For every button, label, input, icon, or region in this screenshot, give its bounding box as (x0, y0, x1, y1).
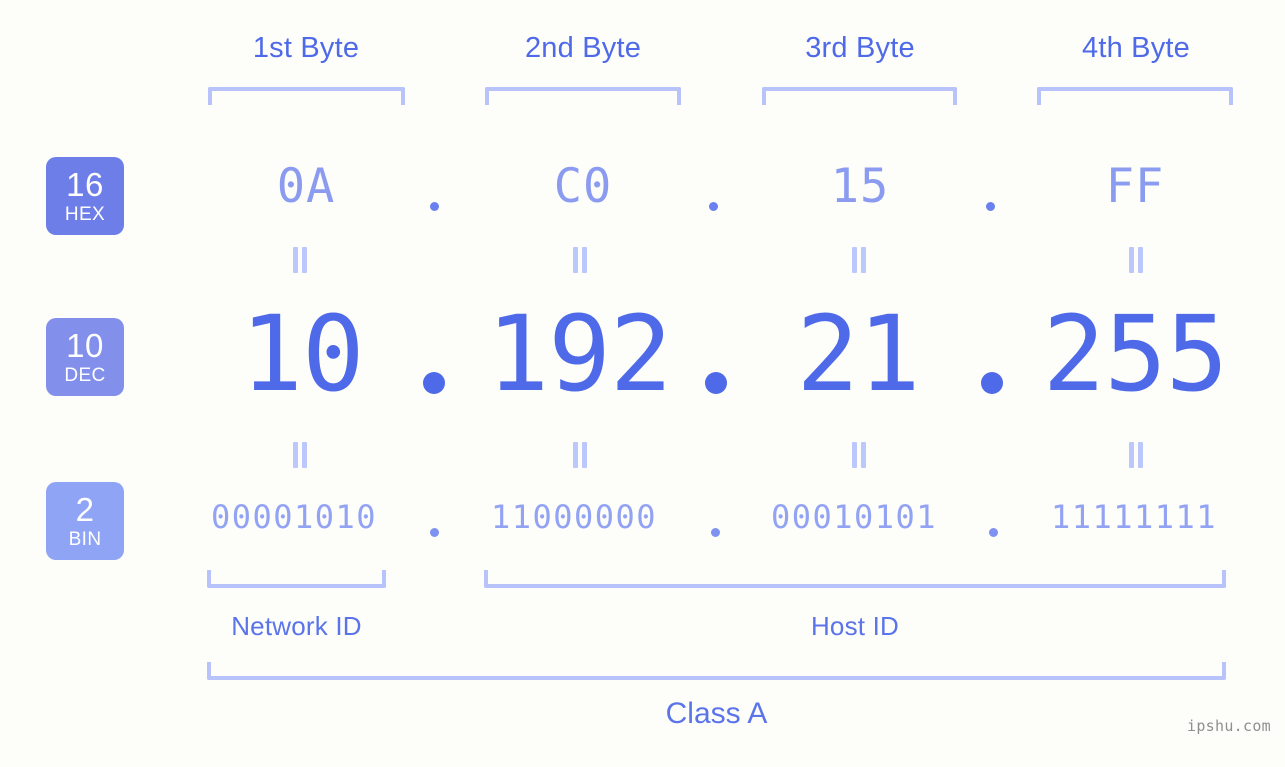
equals-mark-hex-dec-4 (1128, 247, 1144, 273)
dec-octet-1: 10 (240, 293, 364, 415)
bin-separator-1 (430, 528, 439, 537)
dec-separator-1 (423, 372, 445, 394)
base-badge-dec: 10 DEC (46, 318, 124, 396)
base-badge-bin-abbr: BIN (68, 529, 102, 550)
hex-octet-1: 0A (276, 159, 336, 214)
base-badge-bin-number: 2 (75, 491, 95, 528)
equals-mark-hex-dec-2 (572, 247, 588, 273)
hex-separator-3 (986, 202, 995, 211)
dec-octet-3: 21 (796, 293, 920, 415)
bin-octet-3: 00010101 (770, 498, 938, 536)
network-id-label: Network ID (231, 611, 362, 641)
equals-mark-hex-dec-3 (851, 247, 867, 273)
hex-separator-1 (430, 202, 439, 211)
base-badge-bin: 2 BIN (46, 482, 124, 560)
dec-octet-4: 255 (1042, 293, 1229, 415)
dec-separator-3 (981, 372, 1003, 394)
hex-octet-3: 15 (830, 159, 890, 214)
byte-header-3: 3rd Byte (805, 32, 915, 64)
byte-bracket-1 (208, 87, 405, 105)
bin-separator-2 (711, 528, 720, 537)
bin-octet-4: 11111111 (1050, 498, 1218, 536)
class-bracket (207, 662, 1226, 680)
class-label: Class A (665, 697, 768, 730)
hex-octet-2: C0 (553, 159, 613, 214)
equals-mark-dec-bin-2 (572, 442, 588, 468)
hex-separator-2 (709, 202, 718, 211)
base-badge-hex-abbr: HEX (64, 204, 106, 225)
byte-header-4: 4th Byte (1082, 32, 1190, 64)
byte-bracket-2 (485, 87, 681, 105)
ip-breakdown-diagram: 1st Byte 2nd Byte 3rd Byte 4th Byte 16 H… (0, 0, 1285, 767)
byte-bracket-4 (1037, 87, 1233, 105)
bin-octet-2: 11000000 (490, 498, 658, 536)
bin-separator-3 (989, 528, 998, 537)
hex-octet-4: FF (1105, 159, 1165, 214)
equals-mark-dec-bin-3 (851, 442, 867, 468)
equals-mark-dec-bin-4 (1128, 442, 1144, 468)
dec-separator-2 (705, 372, 727, 394)
bin-octet-1: 00001010 (210, 498, 378, 536)
base-badge-dec-number: 10 (66, 327, 104, 364)
host-id-label: Host ID (810, 611, 900, 641)
equals-mark-hex-dec-1 (292, 247, 308, 273)
dec-octet-2: 192 (486, 293, 673, 415)
network-id-bracket (207, 570, 386, 588)
byte-header-1: 1st Byte (252, 32, 360, 64)
base-badge-hex: 16 HEX (46, 157, 124, 235)
equals-mark-dec-bin-1 (292, 442, 308, 468)
base-badge-dec-abbr: DEC (64, 365, 106, 386)
byte-bracket-3 (762, 87, 957, 105)
watermark: ipshu.com (1187, 717, 1271, 735)
byte-header-2: 2nd Byte (524, 32, 642, 64)
host-id-bracket (484, 570, 1226, 588)
base-badge-hex-number: 16 (66, 166, 104, 203)
